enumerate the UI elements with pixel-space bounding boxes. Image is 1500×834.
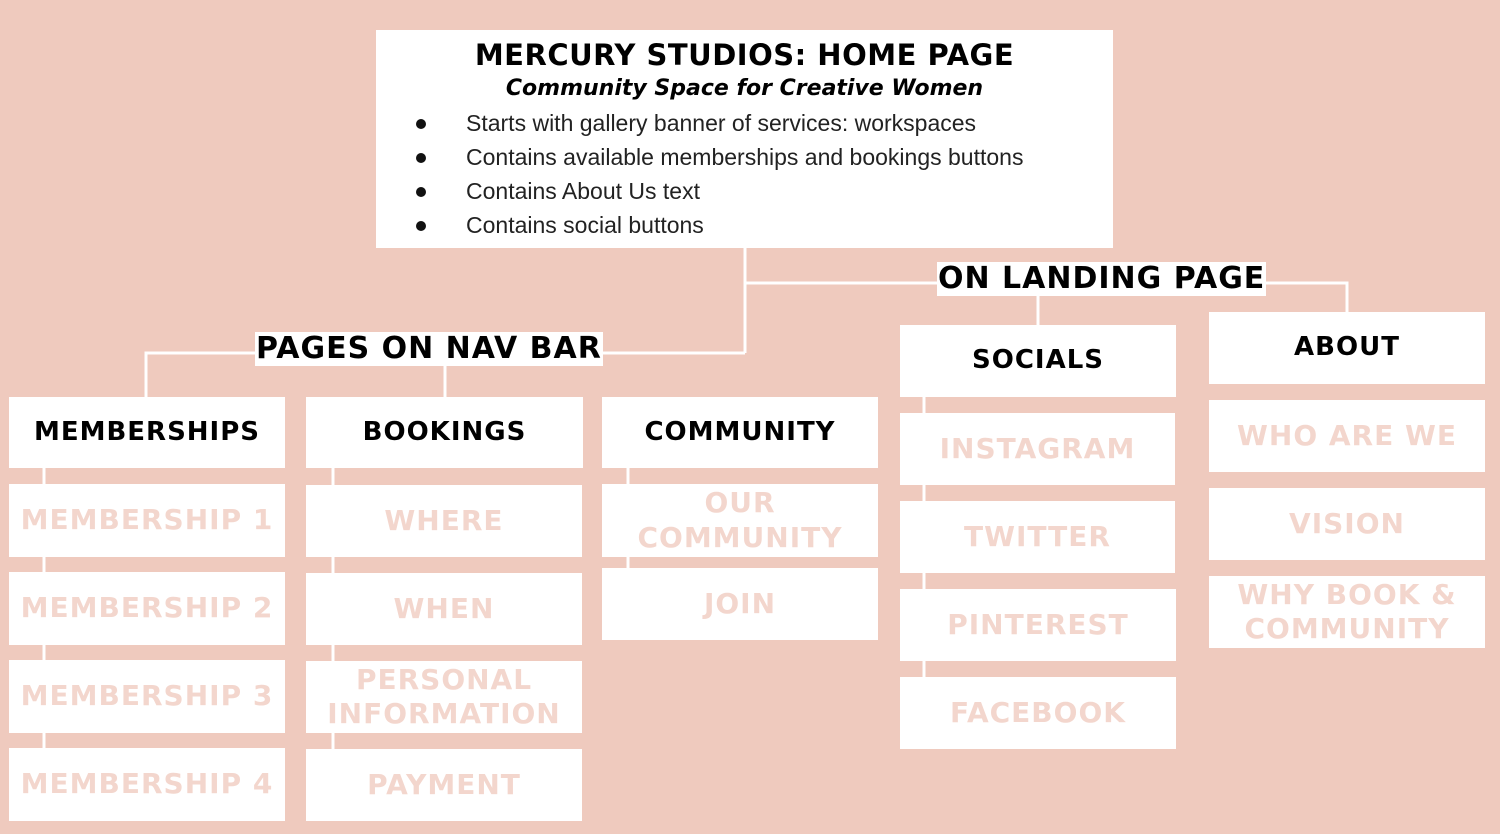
bullet-icon [416, 187, 426, 197]
our-community-node: OUR COMMUNITY [602, 484, 878, 557]
facebook-node: FACEBOOK [900, 677, 1176, 749]
bullet-icon [416, 119, 426, 129]
bullet-icon [416, 221, 426, 231]
root-bullet: Starts with gallery banner of services: … [414, 106, 1023, 140]
bookings-node: BOOKINGS [306, 397, 583, 468]
nav-bar-group-label: PAGES ON NAV BAR [255, 331, 603, 366]
home-page-node: MERCURY STUDIOS: HOME PAGE Community Spa… [376, 30, 1113, 248]
root-bullet: Contains social buttons [414, 208, 1023, 242]
membership-4-node: MEMBERSHIP 4 [9, 748, 285, 821]
root-bullet-list: Starts with gallery banner of services: … [414, 106, 1023, 242]
membership-3-node: MEMBERSHIP 3 [9, 660, 285, 733]
root-title: MERCURY STUDIOS: HOME PAGE [474, 38, 1015, 72]
who-are-we-node: WHO ARE WE [1209, 400, 1485, 472]
socials-node: SOCIALS [900, 325, 1176, 397]
memberships-node: MEMBERSHIPS [9, 397, 285, 468]
about-node: ABOUT [1209, 312, 1485, 384]
root-bullet: Contains available memberships and booki… [414, 140, 1023, 174]
membership-2-node: MEMBERSHIP 2 [9, 572, 285, 645]
when-node: WHEN [306, 573, 582, 645]
personal-information-node: PERSONAL INFORMATION [306, 661, 582, 733]
why-book-community-node: WHY BOOK & COMMUNITY [1209, 576, 1485, 648]
vision-node: VISION [1209, 488, 1485, 560]
join-node: JOIN [602, 568, 878, 640]
bullet-icon [416, 153, 426, 163]
instagram-node: INSTAGRAM [900, 413, 1175, 485]
payment-node: PAYMENT [306, 749, 582, 821]
root-subtitle: Community Space for Creative Women [505, 76, 984, 101]
membership-1-node: MEMBERSHIP 1 [9, 484, 285, 557]
root-bullet: Contains About Us text [414, 174, 1023, 208]
twitter-node: TWITTER [900, 501, 1175, 573]
pinterest-node: PINTEREST [900, 589, 1176, 661]
community-node: COMMUNITY [602, 397, 878, 468]
landing-page-group-label: ON LANDING PAGE [937, 261, 1267, 296]
where-node: WHERE [306, 485, 582, 557]
